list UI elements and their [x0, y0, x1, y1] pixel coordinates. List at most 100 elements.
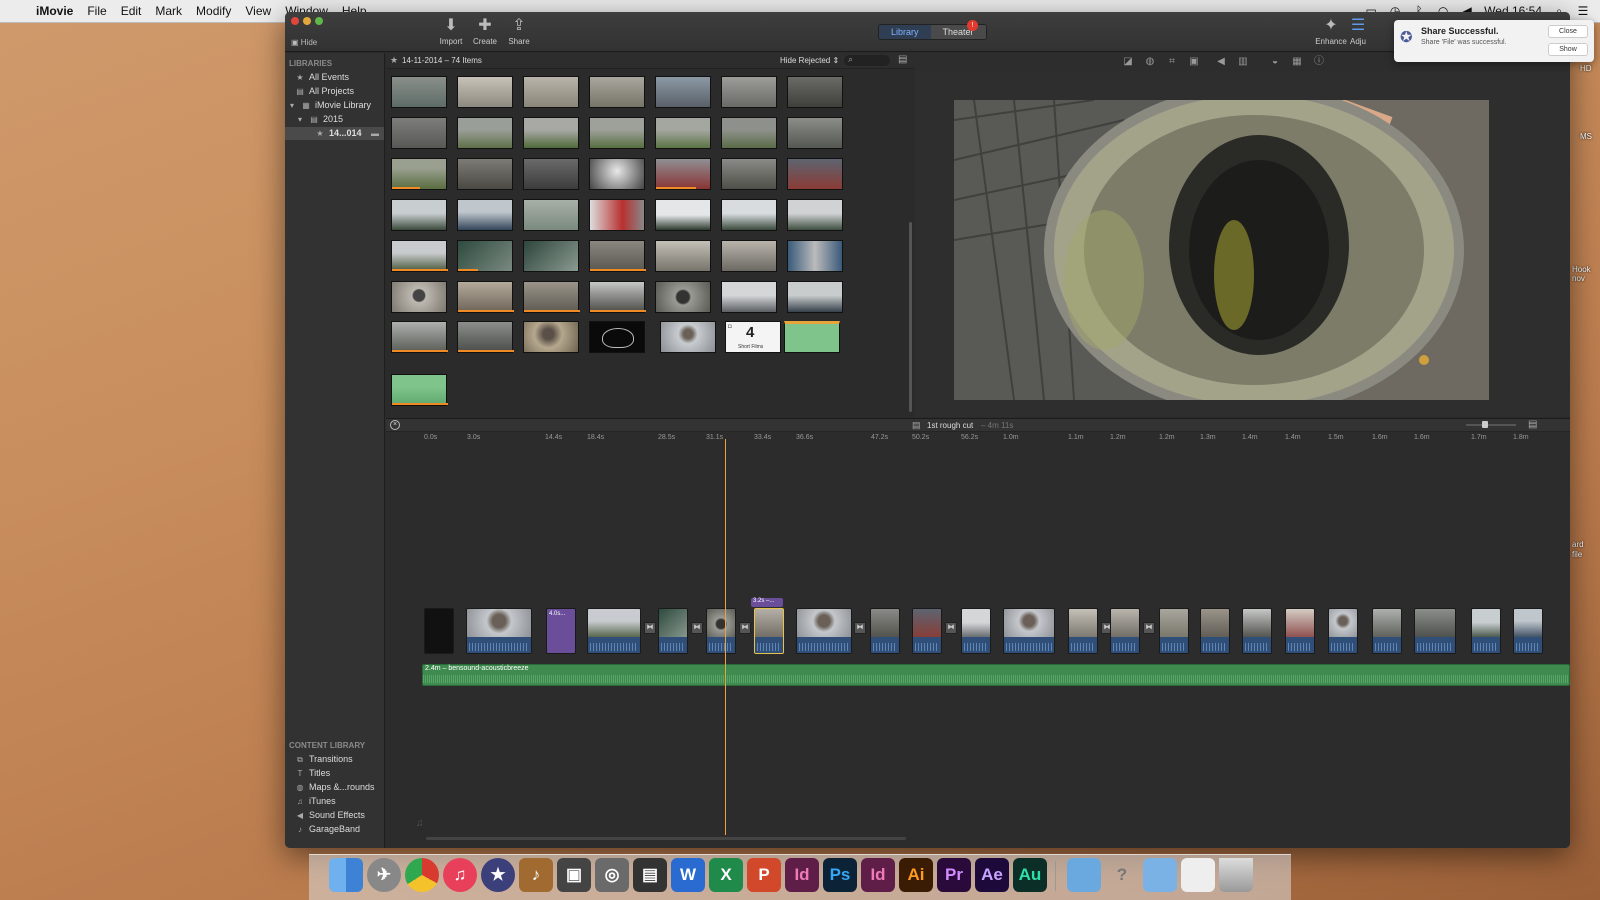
clip-thumbnail[interactable] [523, 281, 580, 313]
clip-thumbnail[interactable] [721, 76, 777, 108]
sidebar-item-all-events[interactable]: ★ All Events [285, 71, 384, 84]
sidebar-item-sound-effects[interactable]: ◀ Sound Effects [285, 809, 384, 822]
clip-thumbnail[interactable] [787, 240, 843, 272]
noise-reduction-icon[interactable]: ▦ [1291, 56, 1303, 68]
clip-thumbnail-audio[interactable] [391, 374, 448, 406]
clip-thumbnail[interactable] [589, 76, 645, 108]
zoom-slider-handle[interactable] [1482, 421, 1488, 428]
clip-thumbnail[interactable] [787, 199, 843, 231]
timeline-clip[interactable] [1285, 608, 1315, 654]
clip-thumbnail[interactable] [655, 158, 711, 190]
photoshop-icon[interactable]: Ps [823, 858, 857, 892]
speed-icon[interactable]: ◒ [1269, 56, 1281, 68]
transition-cross-dissolve[interactable]: ⧓ [691, 622, 703, 634]
timeline-clip[interactable] [961, 608, 991, 654]
clip-thumbnail[interactable] [457, 158, 513, 190]
clip-thumbnail-audio[interactable] [784, 321, 840, 353]
timeline-clip[interactable] [1110, 608, 1140, 654]
timeline-clip-selected[interactable] [754, 608, 784, 654]
indesign-icon[interactable]: Id [785, 858, 819, 892]
clip-thumbnail[interactable] [721, 117, 777, 149]
clapper-icon[interactable]: ▤ [633, 858, 667, 892]
video-frame[interactable] [954, 100, 1489, 400]
trash-icon[interactable] [1219, 858, 1253, 892]
clip-thumbnail[interactable] [721, 199, 777, 231]
notification-center-icon[interactable]: ☰ [1576, 4, 1590, 18]
timeline-scrollbar[interactable] [426, 837, 906, 840]
crop-icon[interactable]: ⌗ [1166, 56, 1178, 68]
menu-mark[interactable]: Mark [155, 4, 182, 18]
tab-library[interactable]: Library [879, 25, 931, 39]
document-stack-icon[interactable] [1181, 858, 1215, 892]
minimize-window-button[interactable] [303, 17, 311, 25]
color-correction-icon[interactable]: ◍ [1144, 56, 1156, 68]
timeline-clip[interactable] [1471, 608, 1501, 654]
sidebar-item-maps[interactable]: ◍ Maps &...rounds [285, 781, 384, 794]
clip-thumbnail[interactable] [457, 199, 513, 231]
chrome-icon[interactable] [405, 858, 439, 892]
apple-icon[interactable] [12, 3, 28, 19]
timeline-clip[interactable] [1200, 608, 1230, 654]
clip-thumbnail[interactable] [787, 158, 843, 190]
transition-cross-dissolve[interactable]: ⧓ [739, 622, 751, 634]
timeline-clip[interactable] [706, 608, 736, 654]
sidebar-item-titles[interactable]: T Titles [285, 767, 384, 780]
sidebar-item-event[interactable]: ★ 14...014 ▬ [285, 127, 384, 140]
clip-thumbnail[interactable] [655, 76, 711, 108]
word-icon[interactable]: W [671, 858, 705, 892]
clip-thumbnail[interactable] [589, 240, 646, 272]
clip-thumbnail[interactable] [660, 321, 716, 353]
menu-view[interactable]: View [245, 4, 271, 18]
clip-appearance-icon[interactable]: ▤ [898, 54, 907, 65]
premiere-icon[interactable]: Pr [937, 858, 971, 892]
audition-icon[interactable]: Au [1013, 858, 1047, 892]
launchpad-icon[interactable]: ✈ [367, 858, 401, 892]
clip-thumbnail[interactable] [721, 240, 777, 272]
title-clip[interactable]: 4.0s... [546, 608, 576, 654]
adjust-button[interactable]: ☰ Adju [1343, 18, 1373, 47]
indesign-icon[interactable]: Id [861, 858, 895, 892]
clip-thumbnail[interactable] [589, 158, 645, 190]
transition-cross-dissolve[interactable]: ⧓ [644, 622, 656, 634]
clip-thumbnail[interactable] [787, 117, 843, 149]
browser-scrollbar[interactable] [909, 222, 912, 412]
transition-cross-dissolve[interactable]: ⧓ [945, 622, 957, 634]
clip-thumbnail[interactable] [523, 158, 579, 190]
clip-thumbnail[interactable] [523, 117, 579, 149]
timeline-clip[interactable] [912, 608, 942, 654]
clip-thumbnail[interactable] [589, 281, 646, 313]
clip-black[interactable] [424, 608, 454, 654]
clip-thumbnail[interactable] [523, 321, 579, 353]
timeline-clip[interactable] [1003, 608, 1055, 654]
help-icon[interactable]: ? [1105, 858, 1139, 892]
transition-cross-dissolve[interactable]: ⧓ [1143, 622, 1155, 634]
timeline-clip[interactable] [796, 608, 852, 654]
hide-sidebar-button[interactable]: ▣ Hide [291, 38, 317, 47]
imovie-icon[interactable]: ★ [481, 858, 515, 892]
search-field[interactable]: ⌕ [844, 54, 890, 66]
timeline-clip[interactable] [870, 608, 900, 654]
powerpoint-icon[interactable]: P [747, 858, 781, 892]
playhead[interactable] [725, 439, 726, 835]
clip-thumbnail[interactable] [787, 76, 843, 108]
timeline-settings-icon[interactable]: ▤ [1528, 419, 1537, 430]
clip-thumbnail-title-card[interactable]: 4 Short Films ◘ [725, 321, 781, 353]
color-balance-icon[interactable]: ◪ [1122, 56, 1134, 68]
disclosure-open-icon[interactable]: ▾ [295, 113, 305, 126]
excel-icon[interactable]: X [709, 858, 743, 892]
timeline-clip[interactable] [1328, 608, 1358, 654]
clip-thumbnail[interactable] [391, 199, 447, 231]
timeline-clip[interactable] [1513, 608, 1543, 654]
clip-thumbnail[interactable] [391, 321, 448, 353]
clip-thumbnail[interactable] [523, 76, 579, 108]
timeline-clip[interactable] [658, 608, 688, 654]
garageband-icon[interactable]: ♪ [519, 858, 553, 892]
timeline-clip[interactable] [1414, 608, 1456, 654]
sidebar-item-imovie-library[interactable]: ▾ ▦ iMovie Library [285, 99, 384, 112]
volume-icon[interactable]: ◀ [1215, 56, 1227, 68]
menu-edit[interactable]: Edit [121, 4, 142, 18]
timeline-clip[interactable] [1068, 608, 1098, 654]
clip-thumbnail[interactable] [457, 240, 513, 272]
background-music-track[interactable]: 2.4m – bensound-acousticbreeze [422, 664, 1570, 686]
stabilization-icon[interactable]: ▣ [1188, 56, 1200, 68]
